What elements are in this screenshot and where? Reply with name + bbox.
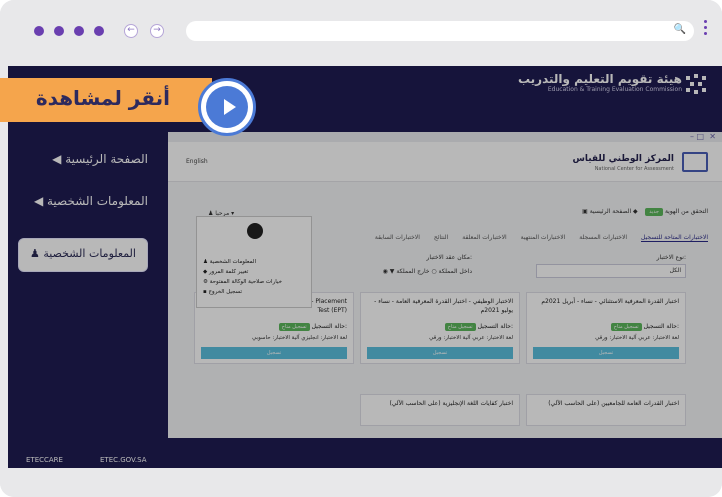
search-icon[interactable]: 🔍 [674,24,686,35]
exam-tabs: الاختبارات السابقة النتائج الاختبارات ال… [363,234,708,242]
forward-icon[interactable]: → [150,24,164,38]
footer-link-eteccare[interactable]: ETECCARE [26,456,63,464]
card-meta: لغة الاختبار: عربي آلية الاختبار: ورقي [595,335,679,341]
maximize-icon[interactable]: □ [696,132,704,142]
card-meta: لغة الاختبار: عربي آلية الاختبار: ورقي [429,335,513,341]
tab-available[interactable]: الاختبارات المتاحة للتسجيل [640,234,708,242]
filter-place-options[interactable]: ◉ ▼ داخل المملكة ○ خارج المملكة [383,268,472,275]
status-label: حالة التسجيل: [311,323,347,330]
nca-logo-icon [682,152,708,172]
footer-link-etec-gov[interactable]: ETEC.GOV.SA [100,456,147,464]
tab-2[interactable]: الاختبارات المنتهية [521,234,566,241]
sidebar-item-profile-active[interactable]: ♟ المعلومات الشخصية [18,238,148,272]
bottom-strip [0,468,722,497]
breadcrumb: ▣ التحقق من الهوية جديد ◆ الصفحة الرئيسي… [582,208,708,216]
register-button[interactable]: تسجيل [367,347,513,359]
window-dot-minimize[interactable] [54,26,64,36]
play-icon [224,99,236,115]
filter-type-label: نوع الاختبار: [656,254,686,261]
status-label: حالة التسجيل: [643,323,679,330]
crumb-home[interactable]: ◆ الصفحة الرئيسية [590,208,638,215]
etec-brand: هيئة تقويم التعليم والتدريب Education & … [518,72,682,93]
register-button[interactable]: تسجيل [201,347,347,359]
tab-4[interactable]: النتائج [434,234,449,241]
filter-type-select[interactable]: الكل [536,264,686,278]
status-badge: تسجيل متاح [444,323,476,331]
video-screen: هيئة تقويم التعليم والتدريب Education & … [8,66,722,468]
crumb-badge: جديد [645,208,664,216]
menu-item-logout[interactable]: ▪ تسجيل الخروج [203,289,242,295]
sidebar-item-profile[interactable]: ◀ المعلومات الشخصية [34,194,148,208]
card-status: تسجيل متاح حالة التسجيل: [361,321,519,333]
language-toggle[interactable]: English [186,158,208,165]
card-title: اختبار القدرة المعرفية الاستثنائي - نساء… [541,298,679,305]
card-meta: لغة الاختبار: انجليزي آلية الاختبار: حاس… [251,335,347,341]
app-header: المركز الوطني للقياس National Center for… [168,142,722,182]
status-badge: تسجيل متاح [610,323,642,331]
nca-title-arabic: المركز الوطني للقياس [572,154,674,164]
watch-cta[interactable]: أنقر لمشاهدة [0,78,212,122]
brand-english: Education & Training Evaluation Commissi… [547,86,682,93]
back-icon[interactable]: ← [124,24,138,38]
card-title: اختبار كفايات اللغة الإنجليزية (على الحا… [389,400,513,407]
status-badge: تسجيل متاح [278,323,310,331]
tab-3[interactable]: الاختبارات المعلقة [462,234,506,241]
window-dot-close[interactable] [34,26,44,36]
address-bar[interactable]: 🔍 [186,21,694,41]
card-title: الاختبار الوظيفي - اختبار القدرة المعرفي… [374,298,513,314]
card-status: تسجيل متاح حالة التسجيل: [195,321,353,333]
exam-card-2: الاختبار الوظيفي - اختبار القدرة المعرفي… [360,292,520,364]
exam-card-5: اختبار كفايات اللغة الإنجليزية (على الحا… [360,394,520,426]
cta-label: أنقر لمشاهدة [35,86,170,110]
register-button[interactable]: تسجيل [533,347,679,359]
avatar [247,223,263,239]
exam-card-1: اختبار القدرة المعرفية الاستثنائي - نساء… [526,292,686,364]
close-icon[interactable]: ✕ [709,132,716,142]
filter-place-label: مكان عقد الاختبار: [426,254,472,261]
menu-item-proxy[interactable]: ⚙ خيارات صلاحية الوكالة المفتوحة [203,279,282,285]
menu-item-password[interactable]: ◆ تغيير كلمة المرور [203,269,248,275]
browser-chrome: ← → 🔍 [0,0,722,41]
menu-item-profile[interactable]: ♟ المعلومات الشخصية [203,259,256,265]
status-label: حالة التسجيل: [477,323,513,330]
card-status: تسجيل متاح حالة التسجيل: [527,321,685,333]
tab-5[interactable]: الاختبارات السابقة [375,234,420,241]
etec-logo-icon [686,74,706,94]
browser-menu-icon[interactable] [704,20,708,40]
sidebar-item-home[interactable]: ◀ الصفحة الرئيسية [52,152,148,166]
window-dot-extra [94,26,104,36]
app-title-bar: – □ ✕ [168,132,722,142]
user-menu: ♟ المعلومات الشخصية ◆ تغيير كلمة المرور … [196,216,312,308]
play-button[interactable] [198,78,256,136]
window-dot-maximize[interactable] [74,26,84,36]
nca-title-english: National Center for Assessment [594,166,674,172]
browser-frame: ← → 🔍 هيئة تقويم التعليم والتدريب Educat… [0,0,722,497]
card-title: اختبار القدرات العامة للجامعيين (على الح… [548,400,679,407]
tab-1[interactable]: الاختبارات المسجلة [579,234,627,241]
exam-card-4: اختبار القدرات العامة للجامعيين (على الح… [526,394,686,426]
brand-arabic: هيئة تقويم التعليم والتدريب [517,72,682,86]
minimize-icon[interactable]: – [690,132,694,142]
